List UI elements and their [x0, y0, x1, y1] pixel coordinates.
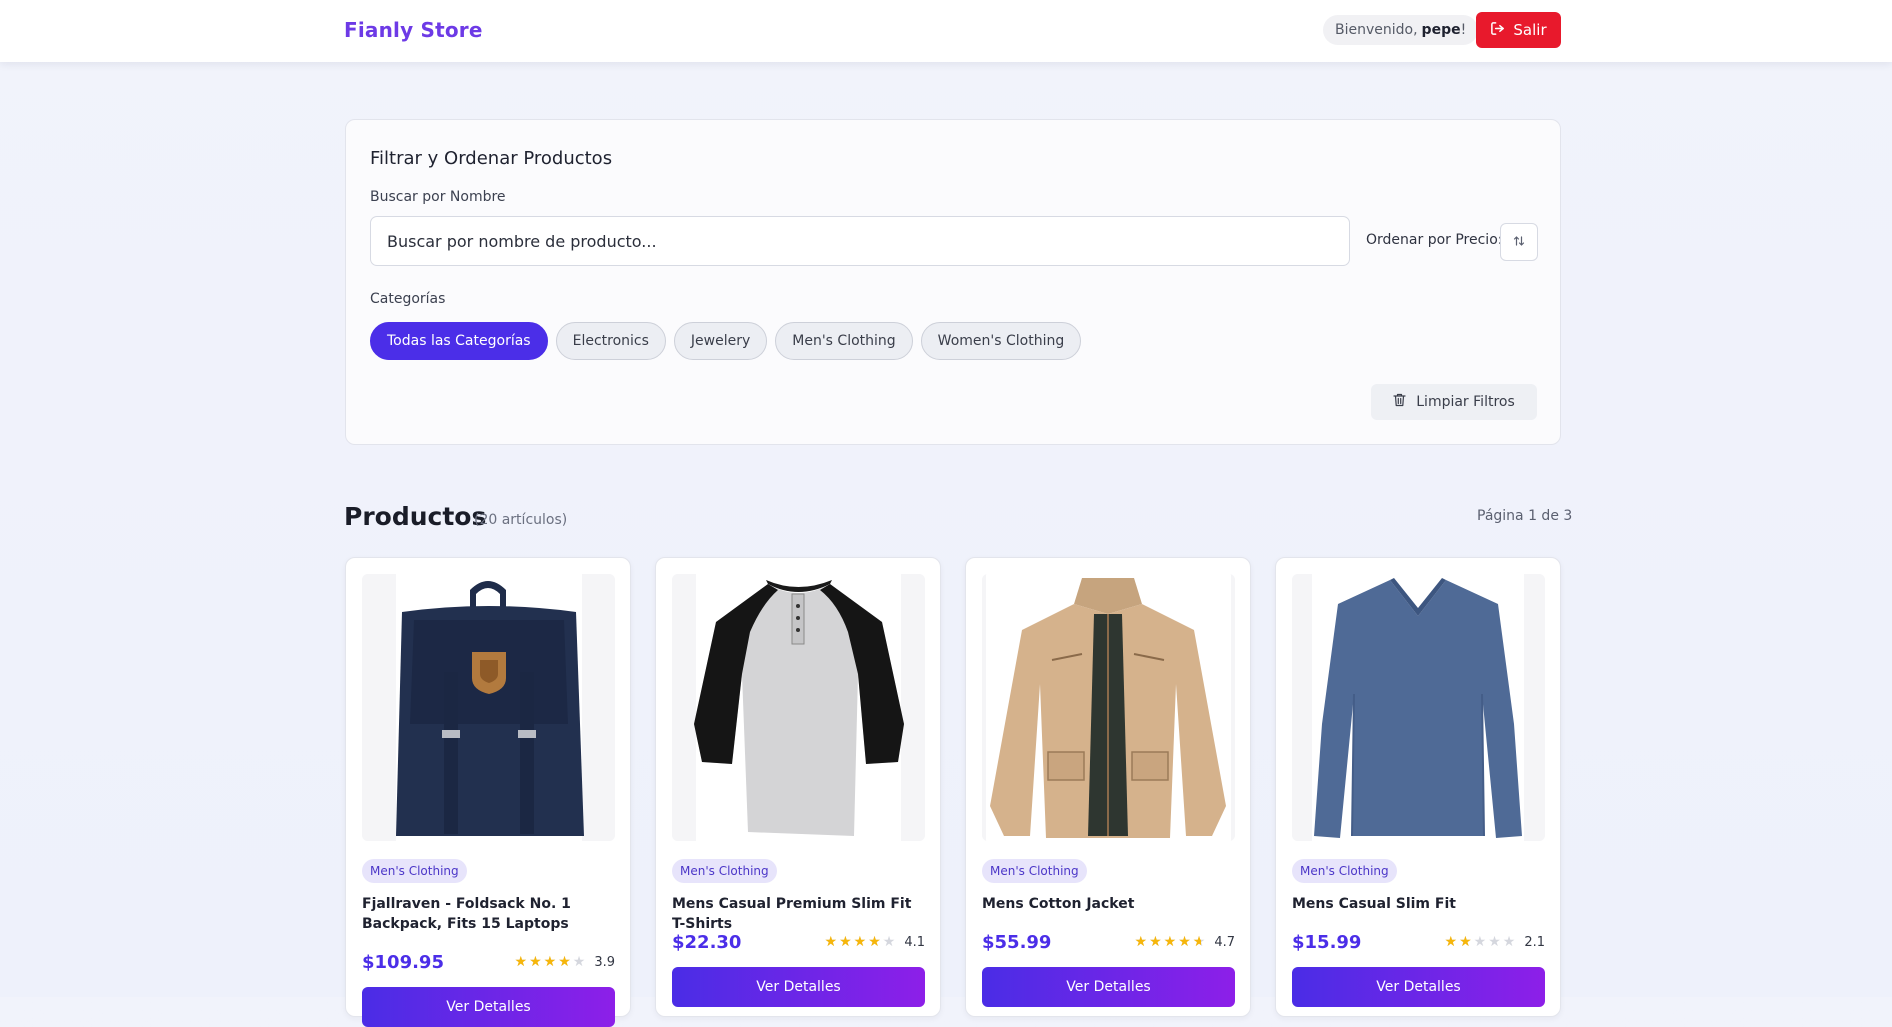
product-rating: ★★★★★★★★★★ 4.1 [825, 935, 925, 950]
products-heading: Productos [344, 502, 487, 531]
view-details-button[interactable]: Ver Detalles [1292, 967, 1545, 1007]
product-rating: ★★★★★ ★★★★★ 4.7 [1135, 935, 1235, 950]
filter-panel-title: Filtrar y Ordenar Productos [370, 148, 613, 169]
rating-value: 3.9 [594, 954, 615, 970]
product-name[interactable]: Mens Casual Slim Fit [1292, 894, 1547, 914]
category-badge: Men's Clothing [672, 859, 777, 883]
products-count: (20 artículos) [474, 512, 568, 528]
search-label: Buscar por Nombre [370, 189, 506, 205]
welcome-username: pepe [1421, 22, 1461, 38]
welcome-badge: Bienvenido, pepe! [1323, 15, 1479, 45]
category-chips: Todas las Categorías Electronics Jeweler… [370, 322, 1082, 360]
category-chip-electronics[interactable]: Electronics [555, 322, 666, 360]
rating-value: 2.1 [1524, 934, 1545, 950]
product-price: $55.99 [982, 931, 1052, 953]
product-card[interactable]: Men's Clothing Mens Cotton Jacket $55.99… [965, 557, 1251, 1017]
view-details-button[interactable]: Ver Detalles [362, 987, 615, 1027]
category-chip-womens-clothing[interactable]: Women's Clothing [920, 322, 1082, 360]
category-badge: Men's Clothing [1292, 859, 1397, 883]
product-name[interactable]: Mens Cotton Jacket [982, 894, 1237, 914]
star-rating-icon: ★★★★★★★★★★ [824, 934, 898, 950]
search-input[interactable]: Buscar por nombre de producto... [370, 216, 1350, 266]
product-price: $109.95 [362, 951, 444, 973]
product-card[interactable]: Men's Clothing Fjallraven - Foldsack No.… [345, 557, 631, 1027]
trash-icon [1393, 393, 1406, 411]
logout-icon [1490, 21, 1505, 40]
pagination-info: Página 1 de 3 [1477, 508, 1573, 524]
product-rating: ★★★★★★★★★★ 2.1 [1445, 935, 1545, 950]
welcome-prefix: Bienvenido, [1335, 22, 1418, 38]
star-rating-icon: ★★★★★★★★★★ [1134, 934, 1208, 950]
product-image[interactable] [672, 574, 925, 841]
sort-label: Ordenar por Precio: [1366, 232, 1503, 248]
category-badge: Men's Clothing [982, 859, 1087, 883]
clear-filters-button[interactable]: Limpiar Filtros [1371, 384, 1537, 420]
product-image[interactable] [982, 574, 1235, 841]
product-image[interactable] [1292, 574, 1545, 841]
product-card[interactable]: Men's Clothing Mens Casual Premium Slim … [655, 557, 941, 1017]
rating-value: 4.7 [1214, 934, 1235, 950]
jacket-icon [982, 574, 1235, 841]
logout-label: Salir [1513, 21, 1547, 39]
logout-button[interactable]: Salir [1476, 12, 1561, 48]
view-details-button[interactable]: Ver Detalles [982, 967, 1235, 1007]
category-badge: Men's Clothing [362, 859, 467, 883]
product-card[interactable]: Men's Clothing Mens Casual Slim Fit $15.… [1275, 557, 1561, 1017]
price-rating-row: $15.99 ★★★★★★★★★★ 2.1 [1292, 930, 1545, 954]
star-rating-icon: ★★★★★★★★★★ [514, 954, 588, 970]
sort-price-button[interactable] [1500, 223, 1538, 261]
sort-arrows-icon [1513, 235, 1525, 250]
clear-filters-label: Limpiar Filtros [1416, 394, 1515, 410]
brand-logo[interactable]: Fianly Store [344, 18, 483, 42]
raglan-tshirt-icon [672, 574, 925, 841]
price-rating-row: $55.99 ★★★★★ ★★★★★ 4.7 [982, 930, 1235, 954]
category-chip-jewelery[interactable]: Jewelery [673, 322, 768, 360]
product-name[interactable]: Mens Casual Premium Slim Fit T-Shirts [672, 894, 927, 934]
backpack-icon [362, 574, 615, 841]
product-price: $22.30 [672, 931, 742, 953]
price-rating-row: $109.95 ★★★★★★★★★★ 3.9 [362, 950, 615, 974]
view-details-button[interactable]: Ver Detalles [672, 967, 925, 1007]
product-rating: ★★★★★★★★★★ 3.9 [515, 955, 615, 970]
star-rating-icon: ★★★★★★★★★★ [1444, 934, 1518, 950]
filter-panel: Filtrar y Ordenar Productos Buscar por N… [345, 119, 1561, 445]
longsleeve-shirt-icon [1292, 574, 1545, 841]
rating-value: 4.1 [904, 934, 925, 950]
categories-label: Categorías [370, 291, 446, 307]
product-name[interactable]: Fjallraven - Foldsack No. 1 Backpack, Fi… [362, 894, 617, 934]
category-chip-mens-clothing[interactable]: Men's Clothing [775, 322, 913, 360]
product-price: $15.99 [1292, 931, 1362, 953]
welcome-suffix: ! [1460, 22, 1467, 38]
category-chip-all[interactable]: Todas las Categorías [370, 322, 548, 360]
top-navbar: Fianly Store Bienvenido, pepe! Salir [0, 0, 1892, 62]
price-rating-row: $22.30 ★★★★★★★★★★ 4.1 [672, 930, 925, 954]
product-image[interactable] [362, 574, 615, 841]
